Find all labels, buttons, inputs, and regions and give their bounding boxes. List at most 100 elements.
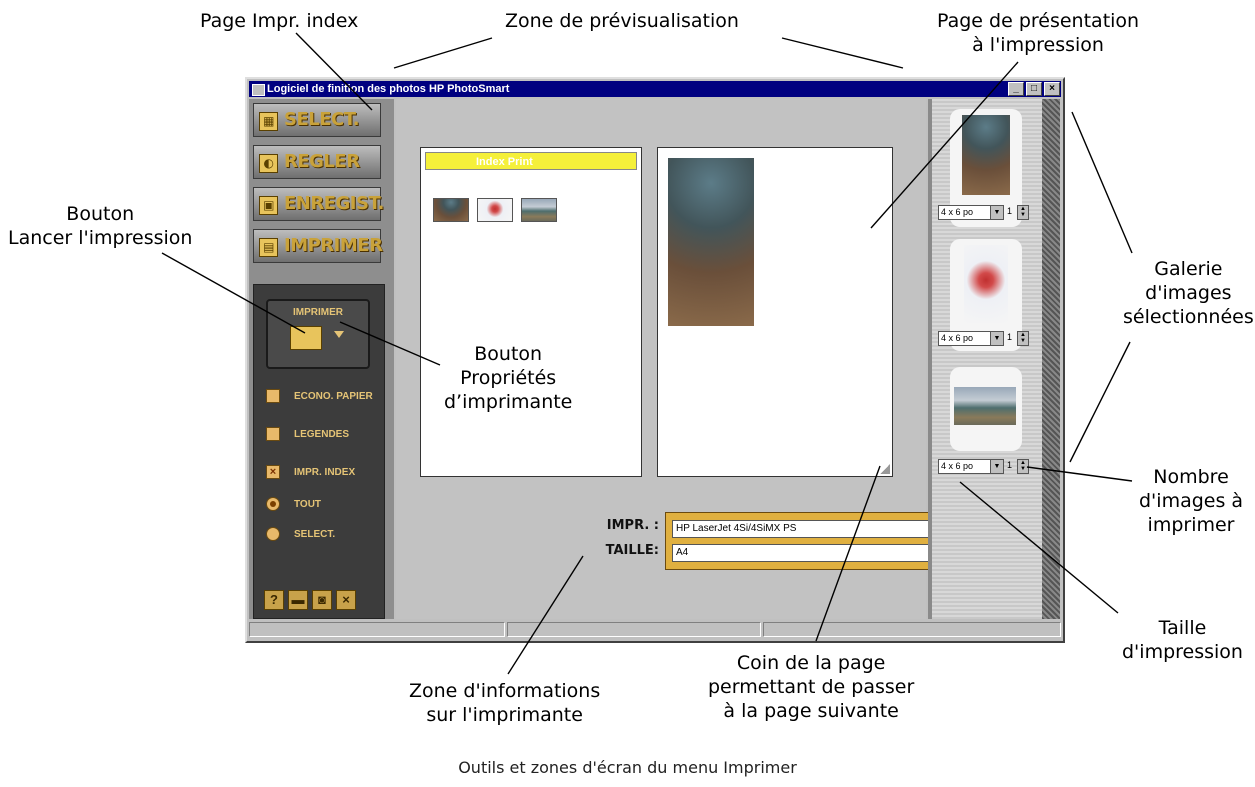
select-icon: ▦ xyxy=(259,112,278,131)
callout-preview-zone: Zone de prévisualisation xyxy=(505,10,739,32)
paper-size-select[interactable]: A4 ▼ xyxy=(672,544,946,562)
gallery-scrollbar[interactable] xyxy=(1042,99,1060,619)
print-size-value: 4 x 6 po xyxy=(941,461,974,471)
window-title: Logiciel de finition des photos HP Photo… xyxy=(267,83,510,95)
option-label: LEGENDES xyxy=(294,428,350,440)
nav-label: REGLER xyxy=(284,151,360,172)
radio-button[interactable] xyxy=(266,497,280,511)
index-page-header: Index Print xyxy=(425,152,637,170)
page-corner-icon[interactable] xyxy=(880,464,890,474)
minimize-button[interactable]: _ xyxy=(1008,82,1024,96)
print-size-select[interactable]: 4 x 6 po ▼ xyxy=(938,205,1004,220)
callout-line: d'impression xyxy=(1122,640,1243,663)
callout-line: Galerie xyxy=(1154,258,1223,280)
callout-printer-zone: Zone d'informations sur l'imprimante xyxy=(409,680,600,728)
gallery-list: 4 x 6 po ▼ 1 ▲ ▼ 4 x 6 po ▼ 1 ▲ ▼ 4 x 6 po… xyxy=(932,99,1042,619)
option-print-index[interactable]: × IMPR. INDEX xyxy=(266,463,355,481)
print-launch-button[interactable] xyxy=(290,326,322,350)
radio-all[interactable]: TOUT xyxy=(266,495,321,513)
print-button-label: IMPRIMER xyxy=(293,307,343,318)
nav-label: SELECT. xyxy=(284,109,360,130)
nav-select-button[interactable]: ▦ SELECT. xyxy=(253,103,381,137)
callout-page-corner: Coin de la page permettant de passer à l… xyxy=(708,652,914,723)
index-thumbnail xyxy=(433,198,469,222)
checkbox[interactable] xyxy=(266,427,280,441)
callout-line: d’imprimante xyxy=(444,390,573,413)
close-button[interactable]: × xyxy=(1044,82,1060,96)
status-bar xyxy=(249,621,1061,639)
app-window: Logiciel de finition des photos HP Photo… xyxy=(245,77,1065,643)
callout-line: Bouton xyxy=(474,343,543,365)
printer-label: IMPR. : xyxy=(606,518,659,533)
nav-save-button[interactable]: ▣ ENREGIST. xyxy=(253,187,384,221)
option-econo-paper[interactable]: ECONO. PAPIER xyxy=(266,387,373,405)
print-options-panel: IMPRIMER ECONO. PAPIER LEGENDES × IMPR. … xyxy=(253,284,385,619)
presentation-page[interactable] xyxy=(657,147,893,477)
callout-line: à la page suivante xyxy=(723,699,899,722)
printer-properties-button[interactable] xyxy=(334,331,344,338)
callout-line: Bouton xyxy=(66,203,135,225)
figure-caption: Outils et zones d'écran du menu Imprimer xyxy=(458,758,797,777)
size-label: TAILLE: xyxy=(605,543,659,558)
radio-label: TOUT xyxy=(294,498,322,510)
page-photo xyxy=(668,158,754,326)
count-spinner[interactable]: ▲ ▼ xyxy=(1017,459,1029,474)
print-launch-group: IMPRIMER xyxy=(266,299,370,369)
callout-gallery: Galerie d'images sélectionnées xyxy=(1123,258,1254,329)
gallery-card[interactable] xyxy=(950,367,1022,451)
camera-icon[interactable]: ◙ xyxy=(312,590,332,610)
callout-line: Propriétés xyxy=(460,366,557,389)
title-bar[interactable]: Logiciel de finition des photos HP Photo… xyxy=(249,81,1061,97)
callout-printer-props: Bouton Propriétés d’imprimante xyxy=(444,343,572,414)
close-icon[interactable]: × xyxy=(336,590,356,610)
printer-select[interactable]: HP LaserJet 4Si/4SiMX PS ▼ xyxy=(672,520,946,538)
nav-print-button[interactable]: ▤ IMPRIMER xyxy=(253,229,383,263)
image-count: 1 xyxy=(1007,460,1013,470)
help-icon[interactable]: ? xyxy=(264,590,284,610)
chevron-down-icon[interactable]: ▼ xyxy=(990,332,1003,345)
checkbox[interactable] xyxy=(266,389,280,403)
left-panel: ▦ SELECT. ◐ REGLER ▣ ENREGIST. ▤ IMPRIME… xyxy=(249,99,394,619)
option-captions[interactable]: LEGENDES xyxy=(266,425,349,443)
callout-line: Coin de la page xyxy=(736,652,886,674)
callout-line: d'images à xyxy=(1139,489,1244,512)
index-thumbnail xyxy=(477,198,513,222)
print-size-select[interactable]: 4 x 6 po ▼ xyxy=(938,459,1004,474)
chevron-down-icon[interactable]: ▼ xyxy=(990,206,1003,219)
print-size-select[interactable]: 4 x 6 po ▼ xyxy=(938,331,1004,346)
nav-label: ENREGIST. xyxy=(284,193,384,214)
index-print-page[interactable]: Index Print xyxy=(420,147,642,477)
option-label: IMPR. INDEX xyxy=(294,466,356,478)
callout-line: imprimer xyxy=(1147,513,1235,536)
printer-value: HP LaserJet 4Si/4SiMX PS xyxy=(676,523,797,534)
app-icon xyxy=(252,84,265,96)
nav-label: IMPRIMER xyxy=(284,235,383,256)
callout-line: d'images xyxy=(1145,281,1232,304)
count-spinner[interactable]: ▲ ▼ xyxy=(1017,205,1029,220)
callout-presentation-page: Page de présentation à l'impression xyxy=(937,10,1139,58)
chevron-down-icon[interactable]: ▼ xyxy=(990,460,1003,473)
selected-images-gallery: 4 x 6 po ▼ 1 ▲ ▼ 4 x 6 po ▼ 1 ▲ ▼ 4 x 6 po… xyxy=(928,99,1060,619)
callout-launch-print: Bouton Lancer l'impression xyxy=(8,203,192,251)
folder-icon[interactable]: ▬ xyxy=(288,590,308,610)
image-count: 1 xyxy=(1007,332,1013,342)
status-segment xyxy=(507,622,761,637)
save-icon: ▣ xyxy=(259,196,278,215)
paper-size-value: A4 xyxy=(676,547,689,558)
callout-page-index: Page Impr. index xyxy=(200,10,359,32)
maximize-button[interactable]: □ xyxy=(1026,82,1042,96)
callout-line: permettant de passer xyxy=(708,675,915,698)
checkbox-checked[interactable]: × xyxy=(266,465,280,479)
status-segment xyxy=(249,622,505,637)
print-size-value: 4 x 6 po xyxy=(941,333,974,343)
gallery-image xyxy=(964,245,1008,323)
count-spinner[interactable]: ▲ ▼ xyxy=(1017,331,1029,346)
nav-adjust-button[interactable]: ◐ REGLER xyxy=(253,145,381,179)
callout-line: Zone d'informations xyxy=(409,680,601,702)
status-segment xyxy=(763,622,1061,637)
printer-frame: HP LaserJet 4Si/4SiMX PS ▼ A4 ▼ xyxy=(665,512,953,570)
radio-selected[interactable]: SELECT. xyxy=(266,525,335,543)
index-thumbnail xyxy=(521,198,557,222)
radio-button[interactable] xyxy=(266,527,280,541)
radio-label: SELECT. xyxy=(294,528,336,540)
